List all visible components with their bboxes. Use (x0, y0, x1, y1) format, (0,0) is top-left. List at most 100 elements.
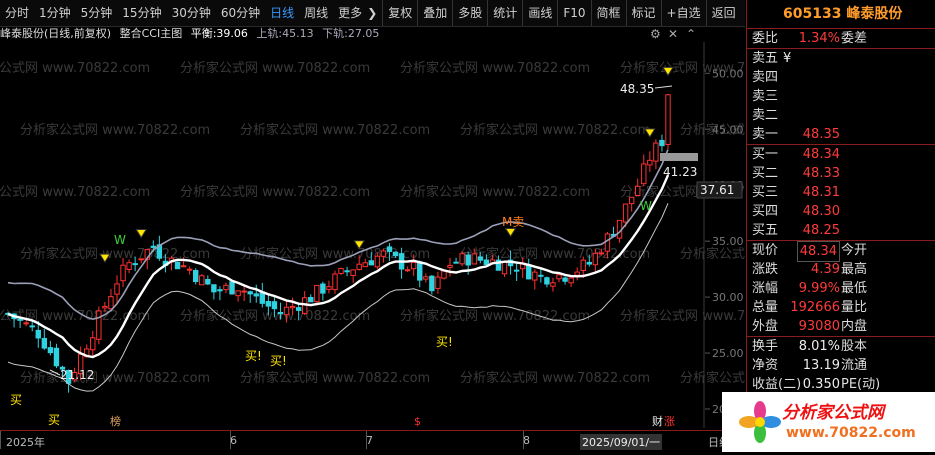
signal-label: 买! (270, 354, 287, 368)
candle-body (205, 278, 211, 285)
candle-body (580, 259, 586, 272)
fund-row: 换手 8.01% 股本 (747, 337, 935, 356)
bid-levels: 买一 48.34 买二 48.33 买三 48.31 买四 48.30 买五 48.25 (747, 144, 935, 240)
indicator-name[interactable]: 整合CCI主图 (120, 27, 183, 40)
toolbar-item-1[interactable]: 1分钟 (34, 0, 76, 26)
candle-body (465, 254, 471, 266)
ask-row[interactable]: 卖四 (747, 68, 935, 87)
toolbar-item-3[interactable]: 15分钟 (117, 0, 166, 26)
toolbar-item-6[interactable]: 日线 (265, 0, 299, 26)
toolbar-item-8[interactable]: 更多 (333, 0, 367, 26)
upper-band-line (7, 149, 669, 321)
candle-body (186, 268, 193, 271)
stat-row: 外盘 93080 内盘 (747, 317, 935, 336)
toolbar-item-5[interactable]: 60分钟 (216, 0, 265, 26)
candle-body (653, 142, 659, 162)
stat-row: 涨幅 9.99% 最低 (747, 279, 935, 298)
candle-body (350, 269, 356, 276)
signal-label: W (114, 233, 126, 247)
x-tick-mark (0, 431, 1, 449)
candle-body (386, 246, 393, 252)
candle-body (344, 270, 350, 273)
candle-body (29, 325, 35, 328)
ask-row[interactable]: 卖五 ¥ (747, 49, 935, 68)
fund-label-2: 流通 (841, 358, 868, 373)
more-chevron-icon[interactable]: ❯ (367, 0, 382, 26)
ask-label: 卖三 (752, 89, 779, 104)
bid-label: 买一 (752, 147, 779, 162)
event-marker: 涨 (664, 415, 675, 428)
signal-label: 买 (48, 413, 60, 427)
stat-label: 涨跌 (752, 262, 779, 277)
bid-row[interactable]: 买五 48.25 (747, 221, 935, 240)
watermark-text: 分析家公式网 www.70822.com (240, 122, 430, 138)
signal-label: W (640, 199, 652, 213)
watermark-text: 分析家公式网 www.70822.com (20, 122, 210, 138)
candlestick-chart[interactable]: 分析家公式网 www.70822.com 分析家公式网 www.70822.com… (0, 42, 745, 428)
toolbar-item-0[interactable]: 分时 (0, 0, 34, 26)
toolbar-item-4[interactable]: 30分钟 (167, 0, 216, 26)
stat-value: 192666 (790, 300, 840, 315)
toolbar-item-15[interactable]: 简框 (590, 0, 626, 26)
candle-body (556, 274, 562, 280)
stat-row: 涨跌 4.39 最高 (747, 260, 935, 279)
candle-body (90, 337, 96, 351)
toolbar-item-10[interactable]: 叠加 (417, 0, 452, 26)
high-price-label: 48.35 (620, 82, 654, 96)
upper-label: 上轨: (256, 27, 283, 40)
ask-row[interactable]: 卖三 (747, 87, 935, 106)
watermark-text: 分析家公式网 www.70822.com (400, 60, 590, 76)
toolbar-item-12[interactable]: 统计 (487, 0, 522, 26)
candle-body (362, 262, 368, 268)
toolbar-item-18[interactable]: 返回 (705, 0, 741, 26)
toolbar-item-16[interactable]: 标记 (625, 0, 661, 26)
candle-body (289, 305, 296, 309)
candle-body (659, 139, 665, 147)
toolbar-item-11[interactable]: 多股 (452, 0, 487, 26)
toolbar-item-13[interactable]: 画线 (522, 0, 557, 26)
ask-row[interactable]: 卖一 48.35 (747, 125, 935, 144)
candle-body (120, 264, 126, 282)
bid-row[interactable]: 买二 48.33 (747, 164, 935, 183)
candle-body (374, 255, 381, 268)
toolbar-item-9[interactable]: 复权 (382, 0, 417, 26)
toolbar-item-17[interactable]: +自选 (660, 0, 706, 26)
candle-body (635, 185, 641, 196)
candle-body (459, 253, 465, 265)
stat-label-2: 最高 (841, 262, 868, 277)
candle-body (598, 252, 605, 255)
bid-row[interactable]: 买三 48.31 (747, 183, 935, 202)
candle-body (35, 329, 41, 339)
candle-body (574, 271, 580, 276)
chevron-up-icon[interactable]: ⌃ (686, 27, 696, 41)
candle-body (471, 253, 477, 265)
candle-body (380, 250, 387, 257)
fund-label: 换手 (752, 339, 779, 354)
candle-body (235, 290, 241, 297)
toolbar-item-2[interactable]: 5分钟 (76, 0, 118, 26)
settings-gear-icon[interactable]: ⚙ (650, 27, 661, 41)
candle-body (320, 283, 326, 294)
toolbar-item-7[interactable]: 周线 (299, 0, 333, 26)
bid-row[interactable]: 买一 48.34 (747, 145, 935, 164)
mid-value: 39.06 (216, 27, 248, 40)
candle-body (47, 347, 54, 354)
toolbar-item-14[interactable]: F10 (557, 0, 590, 26)
watermark-text: 分析家公式网 www.70822.com (620, 308, 745, 324)
candle-body (247, 291, 253, 295)
ask-row[interactable]: 卖二 (747, 106, 935, 125)
close-icon[interactable]: ✕ (668, 27, 678, 41)
watermark-text: 分析家公式网 www.70822.com (460, 370, 650, 386)
candle-body (641, 163, 647, 185)
candle-body (453, 261, 459, 264)
candle-body (180, 265, 187, 268)
candle-body (114, 283, 120, 295)
candle-body (174, 261, 181, 270)
signal-label: 买! (436, 335, 453, 349)
chart-toolbar: 分时 1分钟 5分钟 15分钟 30分钟 60分钟 日线 周线 更多 ❯ 复权 叠加 多股 统计 画线 F10… (0, 0, 745, 27)
weibi-row: 委比 1.34% 委差 (747, 28, 935, 48)
candle-body (356, 263, 362, 270)
candle-body (568, 277, 574, 284)
bid-row[interactable]: 买四 48.30 (747, 202, 935, 221)
candle-body (447, 264, 453, 268)
